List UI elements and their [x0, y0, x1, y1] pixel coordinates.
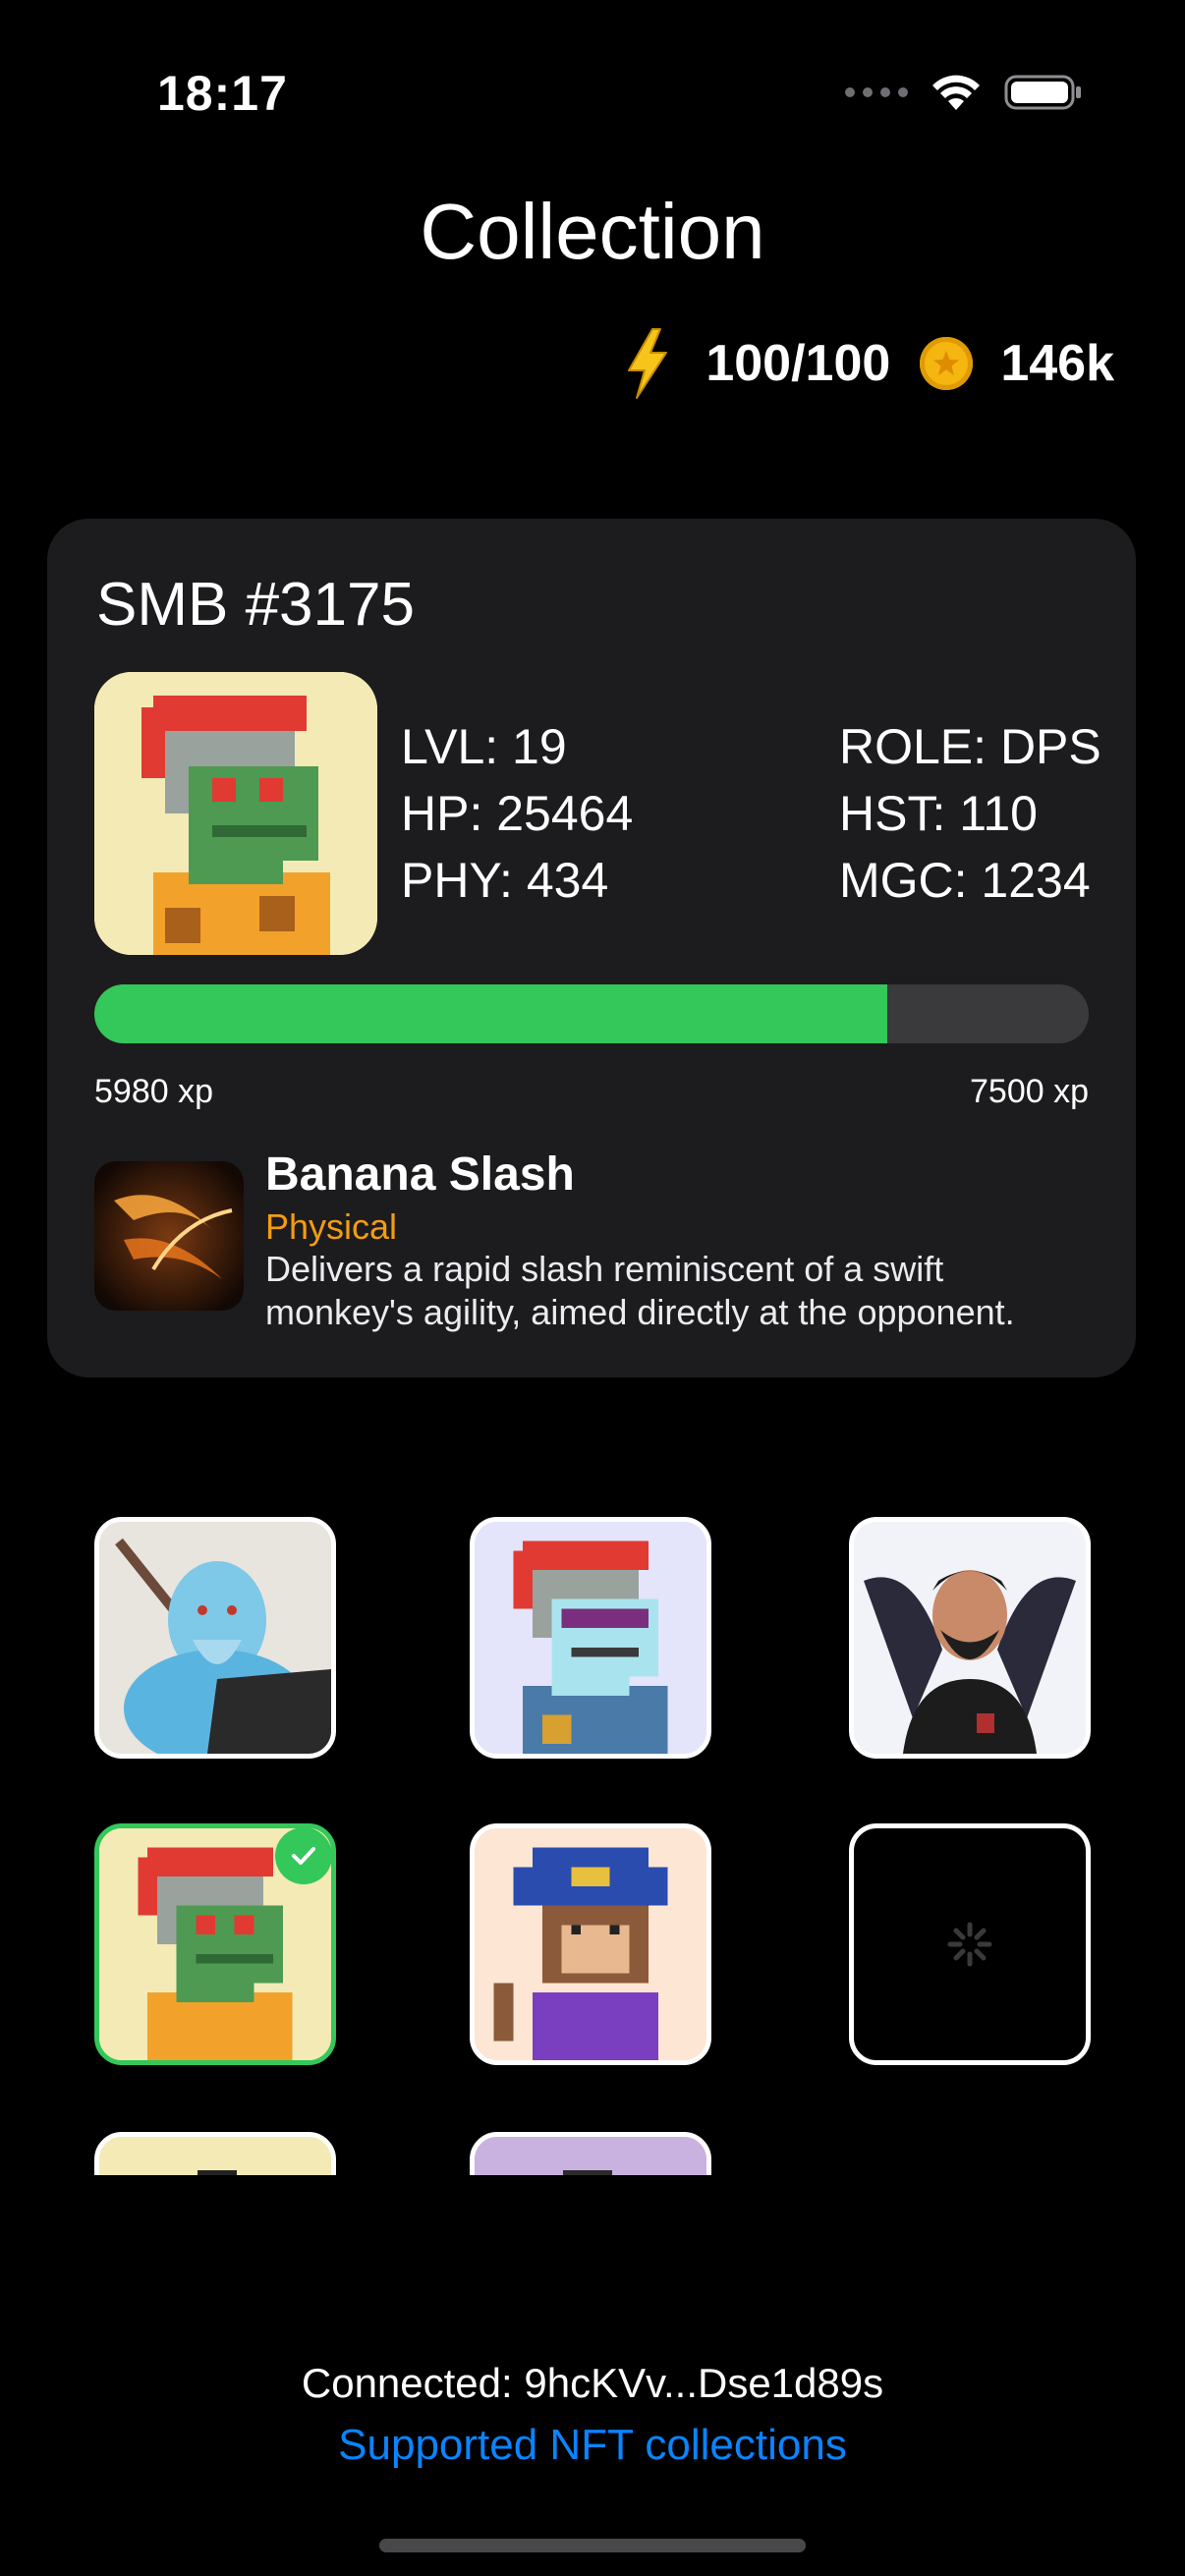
grid-row-partial — [0, 2132, 1185, 2175]
stat-role: ROLE: DPS — [839, 719, 1101, 774]
nft-tile-winged-man[interactable] — [849, 1517, 1091, 1759]
skill-icon — [94, 1161, 244, 1311]
nft-tile-loading[interactable] — [849, 1823, 1091, 2065]
coin-value: 146k — [1000, 335, 1114, 392]
status-time: 18:17 — [157, 66, 288, 121]
nft-name: SMB #3175 — [96, 571, 415, 639]
stat-magic: MGC: 1234 — [839, 853, 1091, 908]
skill-description: Delivers a rapid slash reminiscent of a … — [265, 1249, 1015, 1332]
stats-right: ROLE: DPS HST: 110 MGC: 1234 — [839, 713, 1101, 914]
collection-screen: 18:17 Collection 100/100 146k SMB #3175 — [0, 0, 1185, 2576]
ice-warrior-avatar — [99, 1522, 331, 1754]
status-icons — [845, 73, 1083, 112]
resource-bar: 100/100 146k — [623, 324, 1114, 403]
pixel-monkey-sunglasses-avatar — [475, 1522, 706, 1754]
winged-man-avatar — [854, 1522, 1086, 1754]
stat-level: LVL: 19 — [401, 719, 567, 774]
nft-tile-sunglasses-monkey[interactable] — [470, 1517, 711, 1759]
xp-progress-bar — [94, 984, 1089, 1043]
stat-hp: HP: 25464 — [401, 786, 634, 841]
selected-nft-card: SMB #3175 LVL: 19 HP: 25464 PHY: 434 ROL… — [47, 519, 1136, 1377]
loading-spinner-icon — [947, 1922, 992, 1967]
skill-name: Banana Slash — [265, 1148, 575, 1201]
nft-tile-partial-1[interactable] — [94, 2132, 336, 2175]
selected-check-icon — [275, 1827, 332, 1884]
xp-current: 5980 xp — [94, 1073, 213, 1110]
xp-progress-fill — [94, 984, 887, 1043]
battery-icon — [1004, 75, 1081, 110]
wifi-icon — [932, 75, 980, 110]
pixel-pirate-monkey-avatar — [475, 1828, 706, 2060]
home-indicator[interactable] — [379, 2539, 806, 2552]
nft-portrait — [94, 672, 377, 955]
stat-haste: HST: 110 — [839, 786, 1038, 841]
lightning-icon — [628, 328, 668, 399]
nft-tile-partial-2[interactable] — [470, 2132, 711, 2175]
signal-dots-icon — [845, 87, 908, 97]
coin-icon — [920, 337, 974, 390]
wallet-connected-text: Connected: 9hcKVv...Dse1d89s — [301, 2360, 884, 2406]
page-title: Collection — [420, 188, 765, 275]
nft-tile-pirate-monkey[interactable] — [470, 1823, 711, 2065]
supported-collections-link[interactable]: Supported NFT collections — [0, 2421, 1185, 2470]
skill-type: Physical — [265, 1206, 398, 1247]
xp-max: 7500 xp — [970, 1073, 1089, 1110]
partial-avatar-yellow — [99, 2137, 331, 2175]
energy-value: 100/100 — [705, 335, 891, 392]
nft-tile-ice-warrior[interactable] — [94, 1517, 336, 1759]
stats-left: LVL: 19 HP: 25464 PHY: 434 — [401, 713, 633, 914]
stat-physical: PHY: 434 — [401, 853, 609, 908]
partial-avatar-purple — [475, 2137, 706, 2175]
